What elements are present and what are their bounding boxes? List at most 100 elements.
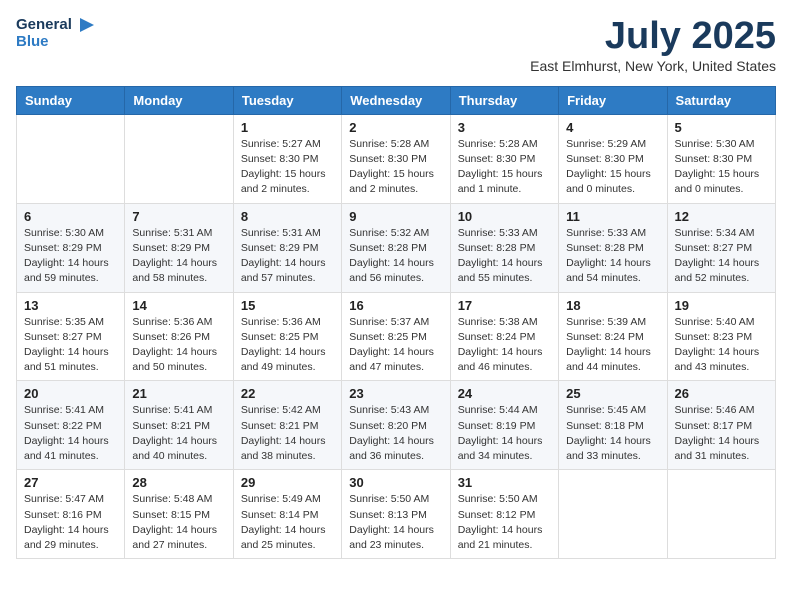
day-info: Sunrise: 5:33 AM Sunset: 8:28 PM Dayligh… xyxy=(458,226,551,287)
day-number: 25 xyxy=(566,386,659,401)
col-header-monday: Monday xyxy=(125,86,233,114)
day-info: Sunrise: 5:40 AM Sunset: 8:23 PM Dayligh… xyxy=(675,315,768,376)
day-info: Sunrise: 5:39 AM Sunset: 8:24 PM Dayligh… xyxy=(566,315,659,376)
day-info: Sunrise: 5:46 AM Sunset: 8:17 PM Dayligh… xyxy=(675,403,768,464)
calendar-cell: 30Sunrise: 5:50 AM Sunset: 8:13 PM Dayli… xyxy=(342,470,450,559)
day-number: 8 xyxy=(241,209,334,224)
day-number: 28 xyxy=(132,475,225,490)
day-info: Sunrise: 5:27 AM Sunset: 8:30 PM Dayligh… xyxy=(241,137,334,198)
day-number: 15 xyxy=(241,298,334,313)
calendar-cell: 14 Sunrise: 5:36 AM Sunset: 8:26 PM Dayli… xyxy=(125,292,233,381)
day-number: 23 xyxy=(349,386,442,401)
calendar-cell: 8 Sunrise: 5:31 AM Sunset: 8:29 PM Daylig… xyxy=(233,203,341,292)
calendar-cell: 26 Sunrise: 5:46 AM Sunset: 8:17 PM Dayli… xyxy=(667,381,775,470)
day-info: Sunrise: 5:29 AM Sunset: 8:30 PM Dayligh… xyxy=(566,137,659,198)
day-info: Sunrise: 5:32 AM Sunset: 8:28 PM Dayligh… xyxy=(349,226,442,287)
day-number: 26 xyxy=(675,386,768,401)
day-number: 10 xyxy=(458,209,551,224)
day-number: 13 xyxy=(24,298,117,313)
col-header-sunday: Sunday xyxy=(17,86,125,114)
day-info: Sunrise: 5:35 AM Sunset: 8:27 PM Dayligh… xyxy=(24,315,117,376)
day-info: Sunrise: 5:41 AM Sunset: 8:22 PM Dayligh… xyxy=(24,403,117,464)
day-info: Sunrise: 5:49 AM Sunset: 8:14 PM Dayligh… xyxy=(241,492,334,553)
calendar-cell: 15 Sunrise: 5:36 AM Sunset: 8:25 PM Dayli… xyxy=(233,292,341,381)
calendar-cell: 2 Sunrise: 5:28 AM Sunset: 8:30 PM Daylig… xyxy=(342,114,450,203)
day-info: Sunrise: 5:50 AM Sunset: 8:13 PM Dayligh… xyxy=(349,492,442,553)
day-number: 5 xyxy=(675,120,768,135)
calendar-cell: 16 Sunrise: 5:37 AM Sunset: 8:25 PM Dayli… xyxy=(342,292,450,381)
calendar-cell xyxy=(125,114,233,203)
calendar-cell xyxy=(17,114,125,203)
day-number: 24 xyxy=(458,386,551,401)
calendar-cell: 25 Sunrise: 5:45 AM Sunset: 8:18 PM Dayli… xyxy=(559,381,667,470)
day-number: 19 xyxy=(675,298,768,313)
day-number: 2 xyxy=(349,120,442,135)
col-header-wednesday: Wednesday xyxy=(342,86,450,114)
calendar-cell: 20Sunrise: 5:41 AM Sunset: 8:22 PM Dayli… xyxy=(17,381,125,470)
day-info: Sunrise: 5:31 AM Sunset: 8:29 PM Dayligh… xyxy=(132,226,225,287)
calendar-cell: 22Sunrise: 5:42 AM Sunset: 8:21 PM Dayli… xyxy=(233,381,341,470)
calendar-cell xyxy=(667,470,775,559)
day-number: 27 xyxy=(24,475,117,490)
logo-arrow-icon xyxy=(76,18,94,32)
calendar-cell: 11 Sunrise: 5:33 AM Sunset: 8:28 PM Dayli… xyxy=(559,203,667,292)
calendar-cell: 4 Sunrise: 5:29 AM Sunset: 8:30 PM Daylig… xyxy=(559,114,667,203)
day-number: 7 xyxy=(132,209,225,224)
day-number: 29 xyxy=(241,475,334,490)
day-number: 4 xyxy=(566,120,659,135)
calendar-cell: 12Sunrise: 5:34 AM Sunset: 8:27 PM Dayli… xyxy=(667,203,775,292)
day-info: Sunrise: 5:36 AM Sunset: 8:25 PM Dayligh… xyxy=(241,315,334,376)
day-number: 1 xyxy=(241,120,334,135)
calendar-cell: 5 Sunrise: 5:30 AM Sunset: 8:30 PM Daylig… xyxy=(667,114,775,203)
calendar-cell: 10 Sunrise: 5:33 AM Sunset: 8:28 PM Dayli… xyxy=(450,203,558,292)
day-info: Sunrise: 5:48 AM Sunset: 8:15 PM Dayligh… xyxy=(132,492,225,553)
calendar-cell: 28 Sunrise: 5:48 AM Sunset: 8:15 PM Dayli… xyxy=(125,470,233,559)
day-info: Sunrise: 5:30 AM Sunset: 8:30 PM Dayligh… xyxy=(675,137,768,198)
calendar-cell: 31Sunrise: 5:50 AM Sunset: 8:12 PM Dayli… xyxy=(450,470,558,559)
day-number: 3 xyxy=(458,120,551,135)
logo-general: General xyxy=(16,16,94,33)
day-number: 17 xyxy=(458,298,551,313)
day-info: Sunrise: 5:31 AM Sunset: 8:29 PM Dayligh… xyxy=(241,226,334,287)
title-block: July 2025 East Elmhurst, New York, Unite… xyxy=(530,16,776,74)
day-info: Sunrise: 5:44 AM Sunset: 8:19 PM Dayligh… xyxy=(458,403,551,464)
calendar-cell: 19 Sunrise: 5:40 AM Sunset: 8:23 PM Dayli… xyxy=(667,292,775,381)
day-number: 21 xyxy=(132,386,225,401)
calendar-cell: 27Sunrise: 5:47 AM Sunset: 8:16 PM Dayli… xyxy=(17,470,125,559)
day-info: Sunrise: 5:50 AM Sunset: 8:12 PM Dayligh… xyxy=(458,492,551,553)
day-info: Sunrise: 5:37 AM Sunset: 8:25 PM Dayligh… xyxy=(349,315,442,376)
day-info: Sunrise: 5:38 AM Sunset: 8:24 PM Dayligh… xyxy=(458,315,551,376)
calendar-cell: 3 Sunrise: 5:28 AM Sunset: 8:30 PM Daylig… xyxy=(450,114,558,203)
location-subtitle: East Elmhurst, New York, United States xyxy=(530,58,776,74)
day-info: Sunrise: 5:28 AM Sunset: 8:30 PM Dayligh… xyxy=(458,137,551,198)
day-number: 9 xyxy=(349,209,442,224)
calendar-cell: 1 Sunrise: 5:27 AM Sunset: 8:30 PM Daylig… xyxy=(233,114,341,203)
day-number: 16 xyxy=(349,298,442,313)
day-number: 6 xyxy=(24,209,117,224)
calendar-cell xyxy=(559,470,667,559)
day-info: Sunrise: 5:43 AM Sunset: 8:20 PM Dayligh… xyxy=(349,403,442,464)
calendar-table: SundayMondayTuesdayWednesdayThursdayFrid… xyxy=(16,86,776,559)
day-info: Sunrise: 5:36 AM Sunset: 8:26 PM Dayligh… xyxy=(132,315,225,376)
logo-blue: Blue xyxy=(16,33,94,50)
day-info: Sunrise: 5:41 AM Sunset: 8:21 PM Dayligh… xyxy=(132,403,225,464)
calendar-cell: 6Sunrise: 5:30 AM Sunset: 8:29 PM Daylig… xyxy=(17,203,125,292)
day-number: 12 xyxy=(675,209,768,224)
calendar-cell: 29 Sunrise: 5:49 AM Sunset: 8:14 PM Dayli… xyxy=(233,470,341,559)
day-number: 14 xyxy=(132,298,225,313)
page-header: General Blue July 2025 East Elmhurst, Ne… xyxy=(16,16,776,74)
calendar-cell: 17 Sunrise: 5:38 AM Sunset: 8:24 PM Dayli… xyxy=(450,292,558,381)
calendar-cell: 7 Sunrise: 5:31 AM Sunset: 8:29 PM Daylig… xyxy=(125,203,233,292)
day-info: Sunrise: 5:28 AM Sunset: 8:30 PM Dayligh… xyxy=(349,137,442,198)
day-number: 11 xyxy=(566,209,659,224)
day-number: 22 xyxy=(241,386,334,401)
day-info: Sunrise: 5:45 AM Sunset: 8:18 PM Dayligh… xyxy=(566,403,659,464)
col-header-saturday: Saturday xyxy=(667,86,775,114)
col-header-friday: Friday xyxy=(559,86,667,114)
calendar-cell: 23 Sunrise: 5:43 AM Sunset: 8:20 PM Dayli… xyxy=(342,381,450,470)
col-header-thursday: Thursday xyxy=(450,86,558,114)
col-header-tuesday: Tuesday xyxy=(233,86,341,114)
day-number: 18 xyxy=(566,298,659,313)
day-info: Sunrise: 5:33 AM Sunset: 8:28 PM Dayligh… xyxy=(566,226,659,287)
calendar-cell: 21 Sunrise: 5:41 AM Sunset: 8:21 PM Dayli… xyxy=(125,381,233,470)
